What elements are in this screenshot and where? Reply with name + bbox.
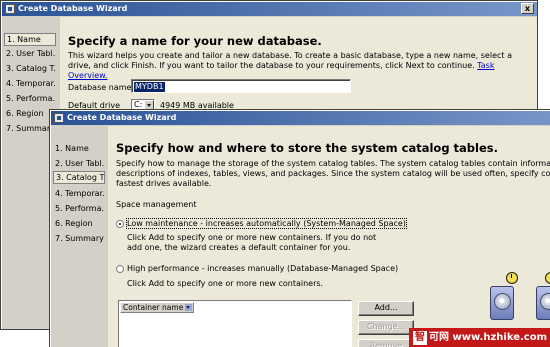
clock-icon-2 [545,272,550,284]
front-step-name[interactable]: 1. Name [53,142,105,155]
front-step-region[interactable]: 6. Region [53,217,105,230]
app-icon [54,113,64,123]
front-description: Specify how to manage the storage of the… [116,159,550,188]
site-watermark: 智可网 www.hzhike.com [409,328,550,347]
front-step-performance[interactable]: 5. Performa... [53,202,105,215]
change-container-button[interactable]: Change... [358,320,414,335]
back-step-name[interactable]: 1. Name [4,33,56,46]
remove-container-button[interactable]: Remove [358,339,414,347]
front-title-bar[interactable]: Create Database Wizard [51,111,550,125]
back-step-catalog-tables[interactable]: 3. Catalog T... [4,62,56,75]
hard-drive-icon-2 [536,286,550,320]
front-step-catalog-tables[interactable]: 3. Catalog T... [53,171,105,184]
high-performance-label[interactable]: High performance - increases manually (D… [127,264,398,273]
clock-icon [506,272,518,284]
sort-icon [185,304,193,311]
container-name-header[interactable]: Container name [120,302,194,313]
app-icon [5,4,15,14]
back-step-user-tables[interactable]: 2. User Tabl... [4,47,56,60]
add-container-button[interactable]: Add... [358,301,414,316]
back-description: This wizard helps you create and tailor … [68,51,512,80]
database-name-input[interactable]: MYDB1 [131,79,351,93]
high-performance-radio[interactable] [116,265,124,273]
space-management-label: Space management [116,200,197,209]
back-step-performance[interactable]: 5. Performa... [4,92,56,105]
high-performance-help: Click Add to specify one or more new con… [127,279,324,288]
front-page-heading: Specify how and where to store the syste… [116,141,498,155]
low-maintenance-label[interactable]: Low maintenance - increases automaticall… [126,218,407,229]
back-page-heading: Specify a name for your new database. [68,34,322,48]
database-name-label: Database name [68,83,132,92]
front-content-pane: Specify how and where to store the syste… [108,126,550,347]
back-window-title: Create Database Wizard [18,4,128,13]
front-step-temporary[interactable]: 4. Temporar... [53,187,105,200]
hard-drive-icon [490,286,514,320]
back-title-bar[interactable]: Create Database Wizard [2,2,537,16]
front-step-user-tables[interactable]: 2. User Tabl... [53,157,105,170]
container-table[interactable]: Container name [118,300,352,347]
front-window-title: Create Database Wizard [67,113,177,122]
front-wizard-window: Create Database Wizard 1. Name 2. User T… [49,109,550,347]
low-maintenance-help: Click Add to specify one or more new con… [127,233,377,252]
close-button[interactable]: x [521,3,534,14]
back-step-temporary[interactable]: 4. Temporar... [4,77,56,90]
front-step-nav: 1. Name 2. User Tabl... 3. Catalog T... … [51,126,108,347]
low-maintenance-radio[interactable] [116,220,124,228]
front-step-summary[interactable]: 7. Summary [53,232,105,245]
